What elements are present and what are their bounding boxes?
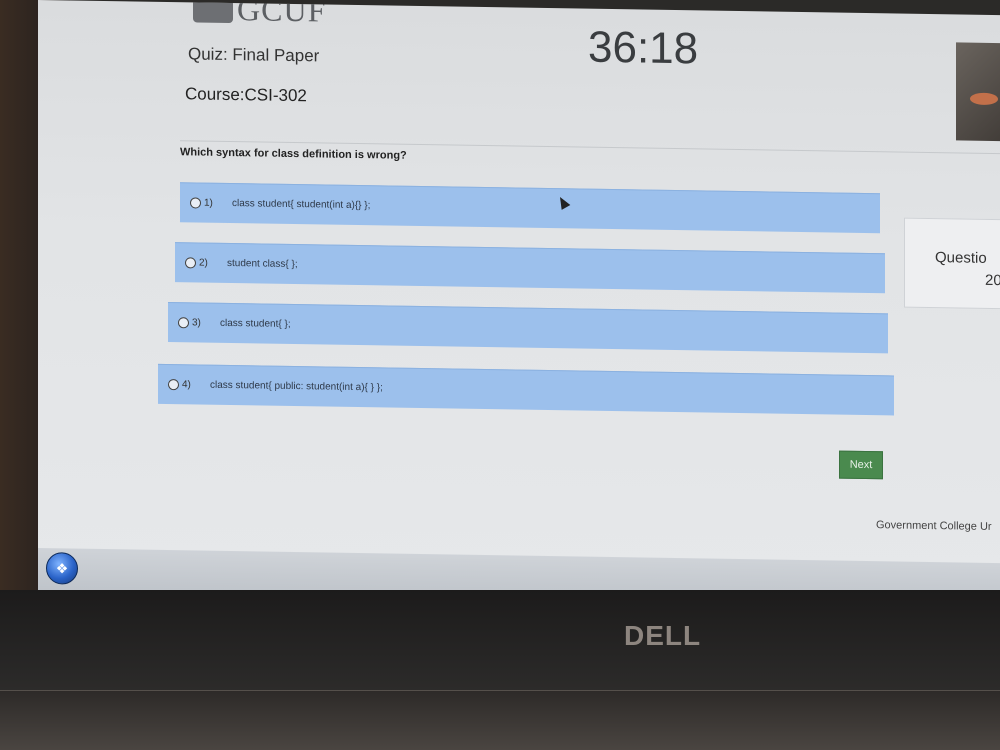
option-text: class student{ }; (220, 317, 291, 330)
radio-button-icon[interactable] (168, 379, 179, 391)
answer-option-3[interactable]: 3) class student{ }; (168, 302, 888, 354)
question-panel-label: Questio (935, 249, 987, 267)
option-number: 3) (192, 317, 201, 329)
option-number: 4) (182, 379, 191, 391)
crest-icon (193, 0, 233, 24)
dell-logo: DELL (624, 620, 702, 651)
footer-text: Government College Ur (876, 519, 992, 533)
answer-option-2[interactable]: 2) student class{ }; (175, 242, 885, 294)
countdown-timer: 36:18 (588, 22, 699, 74)
quiz-title: Quiz: Final Paper (188, 44, 320, 66)
windows-start-orb-icon[interactable]: ❖ (46, 552, 78, 585)
answer-option-4[interactable]: 4) class student{ public: student(int a)… (158, 363, 894, 416)
question-panel-number: 20 (985, 271, 1000, 290)
option-number: 1) (204, 197, 213, 209)
radio-button-icon[interactable] (178, 317, 189, 329)
radio-button-icon[interactable] (185, 257, 196, 269)
course-code: Course:CSI-302 (185, 84, 307, 106)
next-button[interactable]: Next (839, 450, 883, 480)
logo-text: GCUF (237, 0, 327, 29)
webcam-thumbnail (956, 42, 1000, 142)
answer-option-1[interactable]: 1) class student{ student(int a){} }; (180, 182, 880, 234)
webcam-image (970, 92, 998, 106)
option-number: 2) (199, 257, 208, 269)
option-text: class student{ student(int a){} }; (232, 198, 371, 212)
laptop-hinge (0, 690, 1000, 750)
university-logo: GCUF (193, 0, 326, 29)
option-text: student class{ }; (227, 257, 298, 271)
screen: GCUF Quiz: Final Paper Course:CSI-302 36… (38, 0, 1000, 606)
option-text: class student{ public: student(int a){ }… (210, 379, 383, 394)
question-text: Which syntax for class definition is wro… (180, 146, 407, 162)
radio-button-icon[interactable] (190, 197, 201, 209)
question-navigator-panel: Questio 20 (904, 217, 1000, 310)
